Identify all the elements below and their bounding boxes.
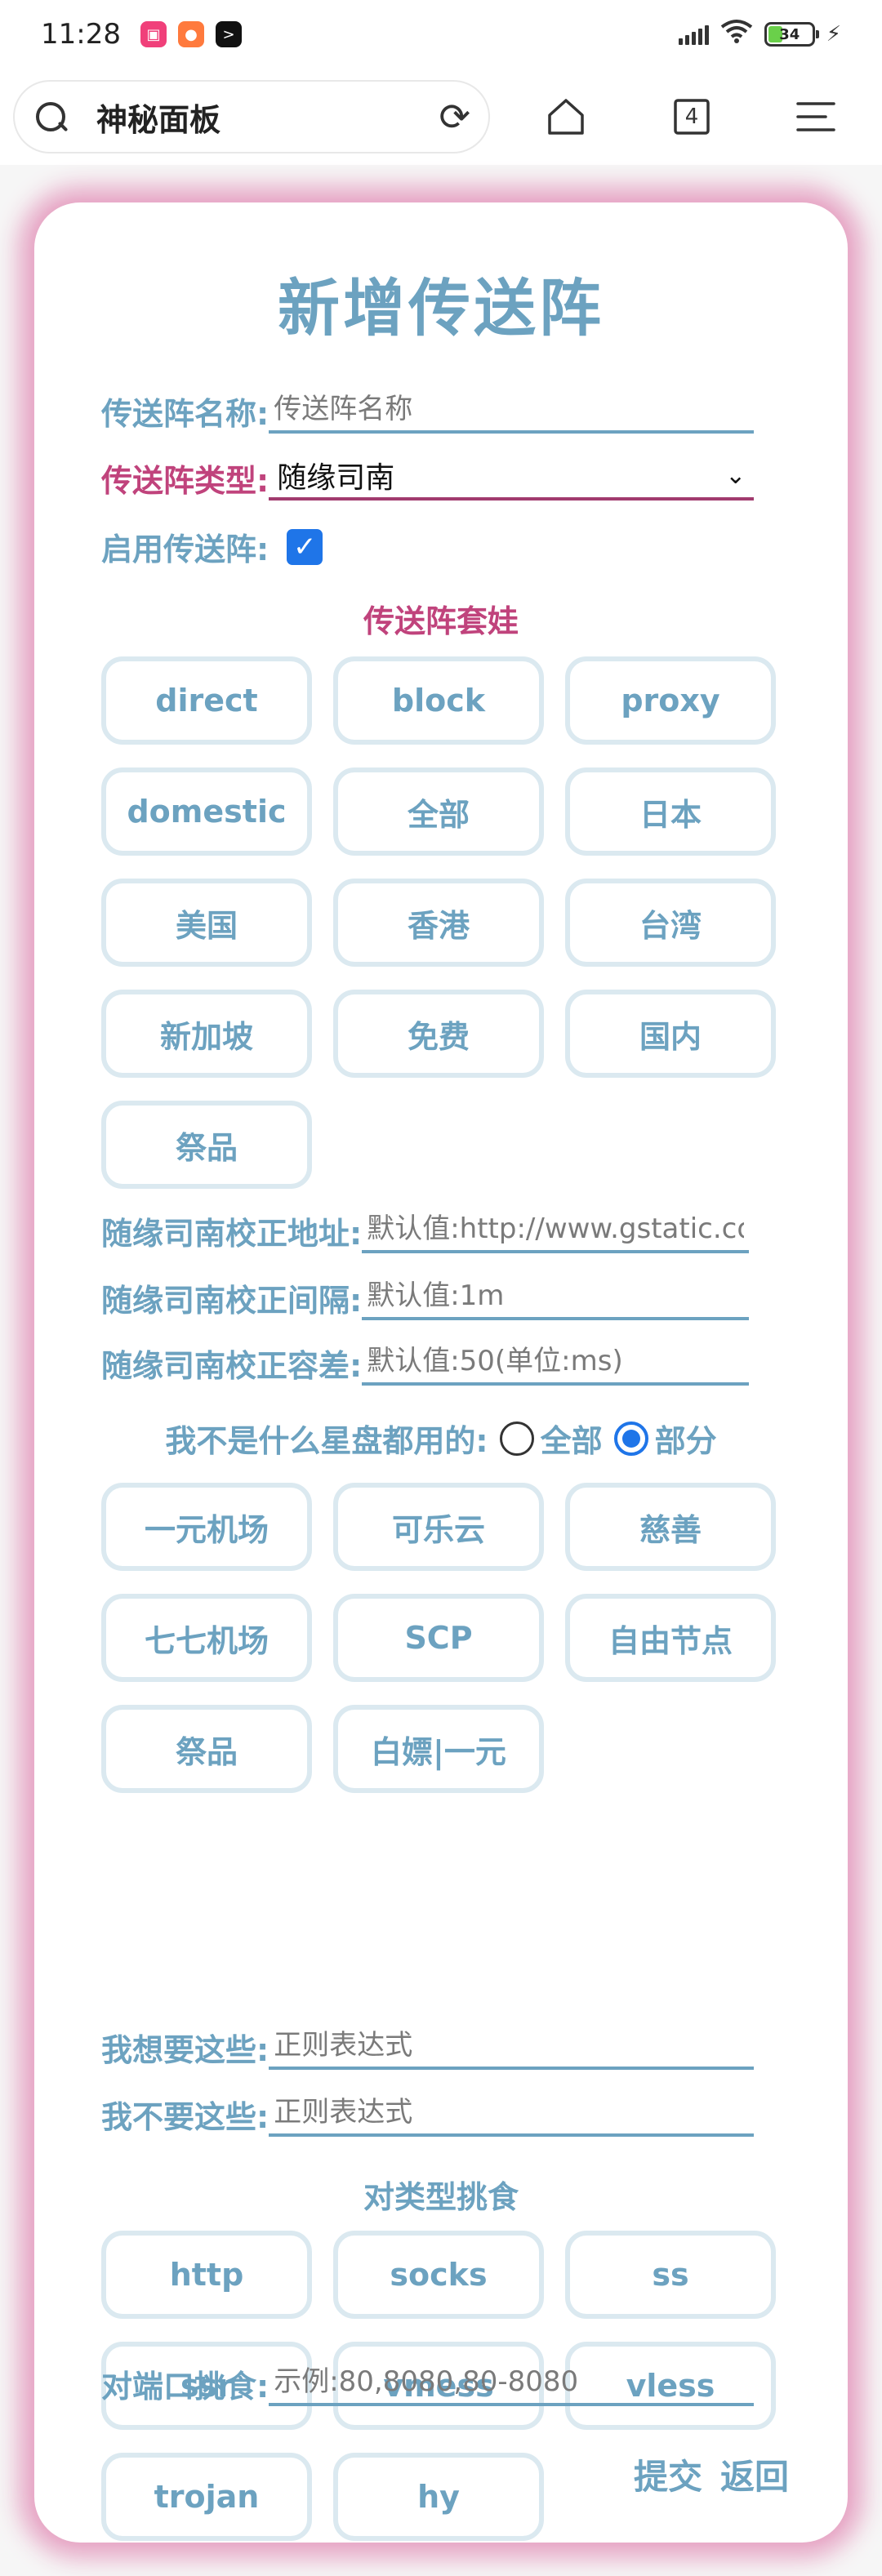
nest-chip[interactable]: 新加坡 <box>101 990 312 1078</box>
nest-chip[interactable]: domestic <box>101 767 312 856</box>
interval-label: 随缘司南校正间隔: <box>101 1283 363 1319</box>
proto-section-title: 对类型挑食 <box>363 2179 519 2215</box>
star-filter-row: 我不是什么星盘都用的: 全部 部分 <box>34 1416 848 1461</box>
port-input[interactable] <box>269 2364 755 2406</box>
interval-input[interactable] <box>362 1278 750 1320</box>
charging-icon: ⚡ <box>826 22 841 47</box>
dontwant-input[interactable] <box>269 2094 755 2137</box>
nest-chip[interactable]: direct <box>101 656 312 745</box>
nest-chip[interactable]: 国内 <box>565 990 776 1078</box>
nest-chip[interactable]: 台湾 <box>565 879 776 967</box>
nest-chip[interactable]: proxy <box>565 656 776 745</box>
interval-row: 随缘司南校正间隔: <box>101 1275 750 1320</box>
tabs-button[interactable]: 4 <box>663 88 720 145</box>
menu-icon[interactable] <box>787 88 844 145</box>
name-row: 传送阵名称: <box>101 389 755 434</box>
star-chip[interactable]: 可乐云 <box>333 1483 544 1571</box>
nest-chip[interactable]: 美国 <box>101 879 312 967</box>
type-row: 传送阵类型: 随缘司南 ⌄ <box>101 456 755 501</box>
type-label: 传送阵类型: <box>101 463 270 499</box>
star-filter-label: 我不是什么星盘都用的: <box>165 1423 488 1459</box>
form-actions: 提交 返回 <box>634 2449 789 2499</box>
dontwant-row: 我不要这些: <box>101 2092 755 2137</box>
proto-chip[interactable]: http <box>101 2231 312 2319</box>
dontwant-label: 我不要这些: <box>101 2099 270 2135</box>
battery-icon: 34 <box>764 22 819 47</box>
submit-button[interactable]: 提交 <box>634 2449 702 2499</box>
enable-row: 启用传送阵: ✓ <box>101 524 323 569</box>
star-chip[interactable]: SCP <box>333 1594 544 1682</box>
enable-label: 启用传送阵: <box>101 532 270 567</box>
home-icon[interactable] <box>537 88 595 145</box>
port-label: 对端口挑食: <box>101 2369 270 2405</box>
name-input[interactable] <box>269 391 755 434</box>
terminal-icon: > <box>215 21 242 47</box>
star-chip[interactable]: 白嫖|一元 <box>333 1705 544 1793</box>
proto-chip[interactable]: hy <box>333 2453 544 2541</box>
star-chip[interactable]: 自由节点 <box>565 1594 776 1682</box>
address-text[interactable]: 神秘面板 <box>96 95 439 140</box>
want-input[interactable] <box>269 2027 755 2070</box>
status-bar: 11:28 ▣ ● > 34 ⚡ <box>0 0 882 69</box>
proto-chip[interactable]: trojan <box>101 2453 312 2541</box>
wifi-icon <box>720 19 753 50</box>
radio-all[interactable] <box>499 1421 534 1456</box>
tolerance-input[interactable] <box>362 1343 750 1386</box>
form-card: 新增传送阵 传送阵名称: 传送阵类型: 随缘司南 ⌄ 启用传送阵: ✓ 传送阵套… <box>34 202 848 2543</box>
signal-icon <box>678 24 709 45</box>
nest-chip[interactable]: 香港 <box>333 879 544 967</box>
nest-chip[interactable]: block <box>333 656 544 745</box>
status-app-icons: ▣ ● > <box>140 21 242 47</box>
status-time: 11:28 <box>41 18 121 51</box>
bilibili-icon: ▣ <box>140 21 167 47</box>
type-select-value: 随缘司南 <box>277 461 395 495</box>
chevron-down-icon: ⌄ <box>725 460 746 490</box>
port-row: 对端口挑食: <box>101 2361 755 2406</box>
want-row: 我想要这些: <box>101 2025 755 2070</box>
proto-chip[interactable]: socks <box>333 2231 544 2319</box>
type-select[interactable]: 随缘司南 ⌄ <box>269 456 755 501</box>
back-button[interactable]: 返回 <box>720 2449 789 2499</box>
star-chip[interactable]: 祭品 <box>101 1705 312 1793</box>
nest-chip[interactable]: 免费 <box>333 990 544 1078</box>
star-chip-grid: 一元机场 可乐云 慈善 七七机场 SCP 自由节点 祭品 白嫖|一元 <box>101 1483 781 1793</box>
browser-toolbar: 神秘面板 ⟳ 4 <box>0 69 882 165</box>
battery-level: 34 <box>779 25 800 43</box>
search-icon <box>33 99 69 135</box>
enable-checkbox[interactable]: ✓ <box>287 528 323 565</box>
url-row: 随缘司南校正地址: <box>101 1208 750 1253</box>
nest-chip[interactable]: 祭品 <box>101 1101 312 1189</box>
address-bar[interactable]: 神秘面板 ⟳ <box>13 80 490 153</box>
want-label: 我想要这些: <box>101 2032 270 2068</box>
star-chip[interactable]: 一元机场 <box>101 1483 312 1571</box>
nest-chip[interactable]: 日本 <box>565 767 776 856</box>
url-label: 随缘司南校正地址: <box>101 1216 363 1252</box>
app-icon: ● <box>177 21 204 47</box>
reload-icon[interactable]: ⟳ <box>439 95 470 139</box>
star-chip[interactable]: 慈善 <box>565 1483 776 1571</box>
url-input[interactable] <box>362 1211 750 1253</box>
proto-chip[interactable]: ss <box>565 2231 776 2319</box>
nest-section-title: 传送阵套娃 <box>363 603 519 639</box>
radio-part-label[interactable]: 部分 <box>655 1416 717 1461</box>
page-title: 新增传送阵 <box>278 272 604 345</box>
name-label: 传送阵名称: <box>101 396 270 432</box>
tab-count: 4 <box>684 105 699 129</box>
tolerance-label: 随缘司南校正容差: <box>101 1348 363 1384</box>
nest-chip[interactable]: 全部 <box>333 767 544 856</box>
nest-chip-grid: direct block proxy domestic 全部 日本 美国 香港 … <box>101 656 781 1189</box>
star-chip[interactable]: 七七机场 <box>101 1594 312 1682</box>
radio-all-label[interactable]: 全部 <box>541 1416 603 1461</box>
radio-part[interactable] <box>613 1421 648 1456</box>
tolerance-row: 随缘司南校正容差: <box>101 1341 750 1386</box>
